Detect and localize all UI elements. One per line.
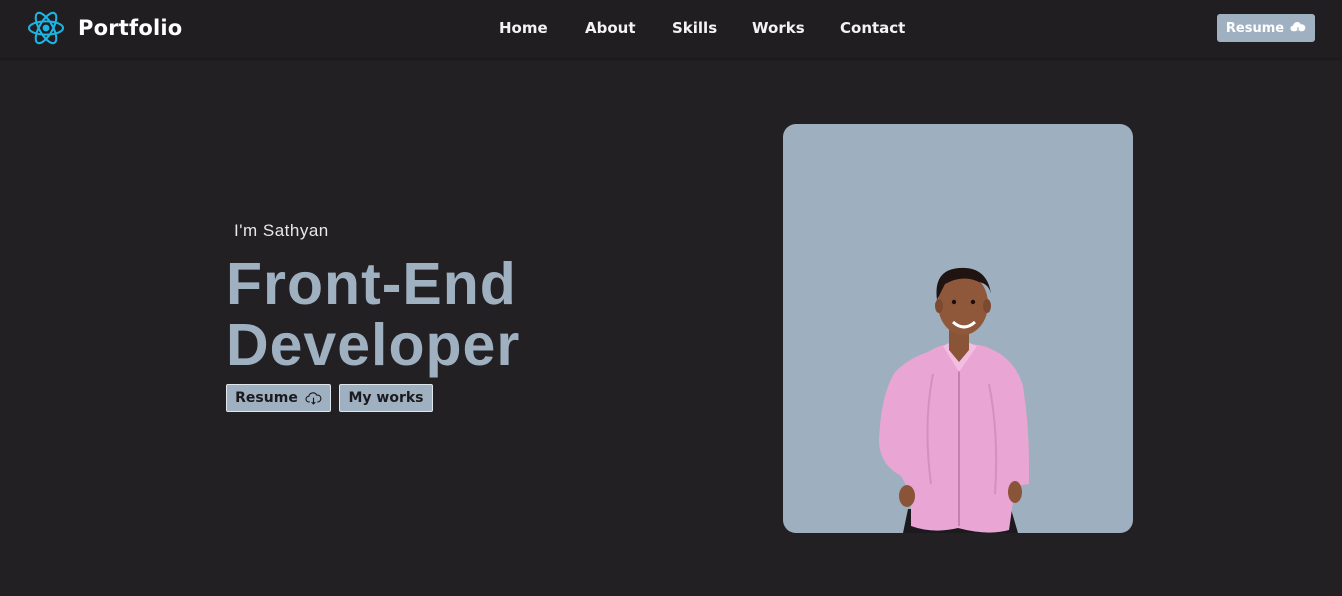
cloud-download-icon (305, 391, 322, 405)
profile-photo-illustration (879, 267, 1029, 533)
nav-resume-label: Resume (1225, 20, 1285, 36)
nav-links: Home About Skills Works Contact (0, 0, 1342, 58)
profile-photo (783, 124, 1133, 533)
intro-text: I'm Sathyan (234, 221, 329, 240)
hero-resume-button[interactable]: Resume (226, 384, 331, 412)
headline-line-1: Front-End (226, 251, 517, 317)
my-works-label: My works (348, 390, 424, 406)
cloud-download-icon (1290, 22, 1306, 34)
nav-resume-button[interactable]: Resume (1217, 14, 1315, 42)
top-navbar: Portfolio Home About Skills Works Contac… (0, 0, 1342, 58)
my-works-button[interactable]: My works (339, 384, 433, 412)
nav-link-works[interactable]: Works (752, 19, 805, 37)
nav-link-skills[interactable]: Skills (672, 19, 717, 37)
nav-link-about[interactable]: About (585, 19, 636, 37)
headline-line-2: Developer (226, 312, 521, 378)
nav-link-home[interactable]: Home (499, 19, 548, 37)
hero-resume-label: Resume (235, 390, 298, 406)
nav-link-contact[interactable]: Contact (840, 19, 905, 37)
hero-headline: Front-End Developer (226, 254, 520, 376)
